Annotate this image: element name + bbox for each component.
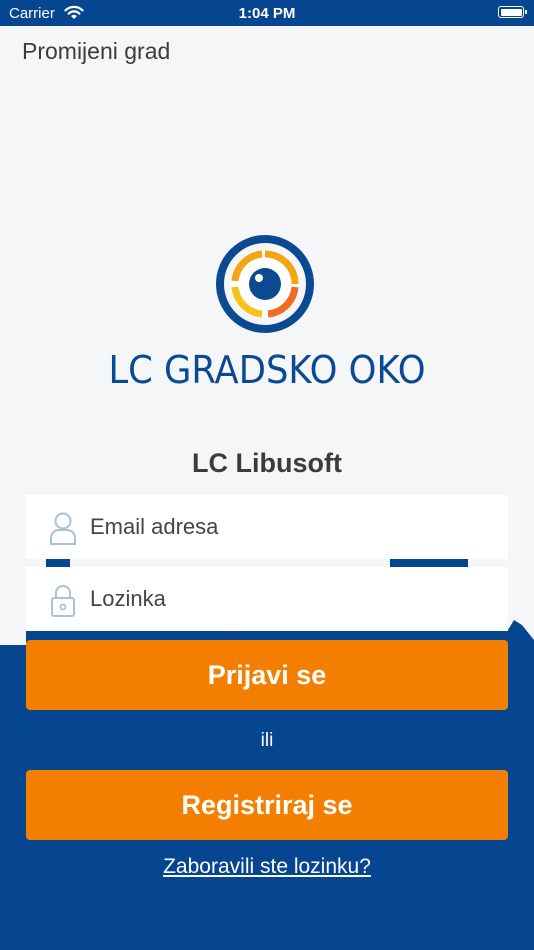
organization-name: LC Libusoft (192, 448, 342, 478)
or-divider-label: ili (260, 730, 274, 751)
change-city-link[interactable]: Promijeni grad (22, 38, 170, 65)
email-input[interactable] (90, 495, 490, 559)
email-field[interactable] (26, 495, 508, 559)
user-icon (48, 511, 78, 545)
app-logo (212, 232, 318, 336)
logo-wordmark: LC GRADSKO OKO (108, 348, 426, 392)
password-field[interactable] (26, 567, 508, 631)
password-input[interactable] (90, 567, 490, 631)
battery-icon (498, 6, 527, 18)
clock: 1:04 PM (238, 5, 296, 22)
lock-icon (48, 583, 78, 617)
register-button[interactable]: Registriraj se (26, 770, 508, 840)
login-button[interactable]: Prijavi se (26, 640, 508, 710)
forgot-password-link[interactable]: Zaboravili ste lozinku? (0, 855, 534, 879)
status-bar: Carrier 1:04 PM (0, 0, 534, 26)
